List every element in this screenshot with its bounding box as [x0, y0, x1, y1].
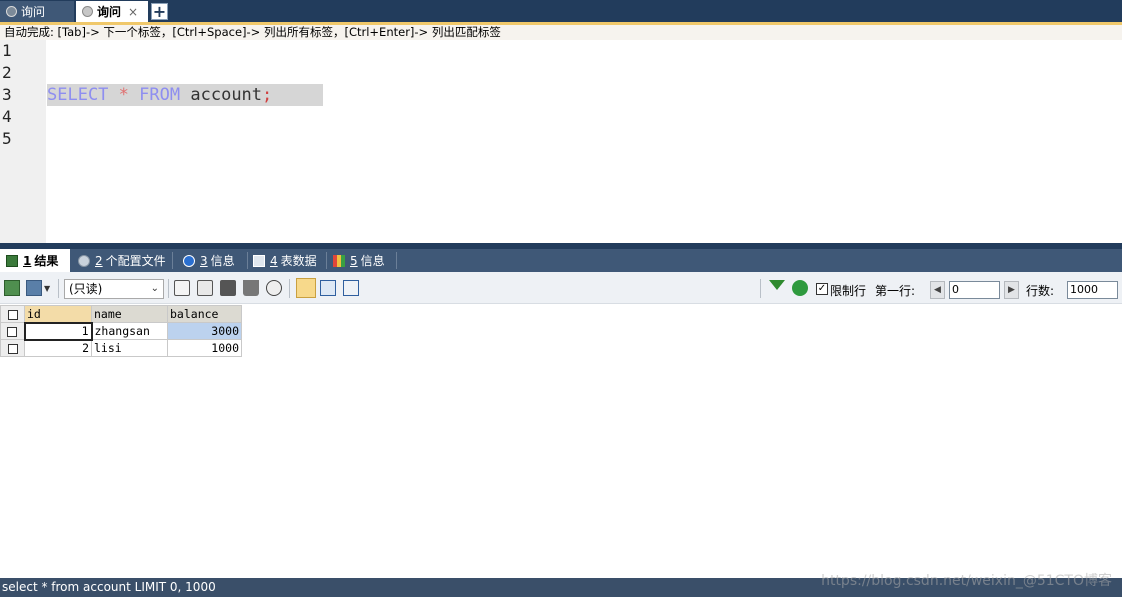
- filter-icon[interactable]: [769, 280, 785, 290]
- autocomplete-hint: 自动完成: [Tab]-> 下一个标签，[Ctrl+Space]-> 列出所有标…: [0, 25, 1122, 40]
- select-all-cell[interactable]: [0, 305, 25, 323]
- toolbar-divider: [760, 279, 761, 298]
- result-grid-icon: [6, 254, 18, 267]
- dropdown-arrow-icon[interactable]: ▼: [44, 284, 50, 293]
- sql-keyword: SELECT: [47, 85, 109, 105]
- first-row-input[interactable]: 0: [949, 281, 1000, 299]
- toolbar-divider: [58, 279, 59, 298]
- line-number: 1: [2, 41, 12, 60]
- query-tab-2[interactable]: 询问 ×: [76, 1, 148, 22]
- tab-info[interactable]: 3 信息: [177, 249, 245, 272]
- row-checkbox[interactable]: [7, 326, 18, 337]
- tab-divider: [396, 252, 397, 269]
- tab-table-data[interactable]: 4 表数据: [247, 249, 325, 272]
- cell-name[interactable]: zhangsan: [91, 322, 168, 340]
- sql-semicolon: ;: [262, 85, 273, 105]
- tab-number: 2: [95, 253, 103, 268]
- column-header-balance[interactable]: balance: [167, 305, 242, 323]
- toolbar-divider: [289, 279, 290, 298]
- grid-header-row: id name balance: [0, 305, 242, 323]
- watermark: https://blog.csdn.net/weixin_@51CTO博客: [821, 573, 1112, 589]
- tab-label: 结果: [34, 254, 59, 268]
- refresh-icon[interactable]: [792, 280, 808, 296]
- row-checkbox[interactable]: [7, 343, 18, 354]
- duplicate-row-icon[interactable]: [197, 280, 213, 296]
- cell-name[interactable]: lisi: [91, 339, 168, 357]
- line-number: 5: [2, 129, 12, 148]
- prev-page-button[interactable]: ◀: [930, 281, 945, 299]
- next-page-button[interactable]: ▶: [1004, 281, 1019, 299]
- table-data-icon: [253, 254, 265, 267]
- text-view-icon[interactable]: [343, 280, 359, 296]
- query-icon: [82, 6, 93, 17]
- row-select-cell[interactable]: [0, 322, 25, 340]
- close-icon[interactable]: ×: [128, 5, 138, 19]
- form-view-icon[interactable]: [320, 280, 336, 296]
- info-blocks-icon: [333, 254, 345, 267]
- line-number: 2: [2, 63, 12, 82]
- row-count-label: 行数:: [1026, 284, 1055, 298]
- insert-row-icon[interactable]: [174, 280, 190, 296]
- cancel-changes-icon[interactable]: [266, 280, 282, 296]
- cell-balance[interactable]: 3000: [167, 322, 242, 340]
- sql-code-line[interactable]: SELECT * FROM account;: [47, 84, 323, 106]
- select-all-checkbox[interactable]: [7, 309, 18, 320]
- query-icon: [6, 6, 17, 17]
- info-icon: [183, 254, 195, 267]
- first-row-label: 第一行:: [875, 284, 916, 298]
- line-number: 3: [2, 85, 12, 104]
- cell-balance[interactable]: 1000: [167, 339, 242, 357]
- column-header-name[interactable]: name: [91, 305, 168, 323]
- line-number-gutter: 1 2 3 4 5: [0, 40, 46, 243]
- query-tab-label: 询问: [97, 5, 122, 19]
- tab-result[interactable]: 1 结果: [0, 249, 70, 272]
- table-row[interactable]: 1 zhangsan 3000: [0, 321, 242, 341]
- sql-keyword: FROM: [139, 85, 181, 105]
- tab-number: 3: [200, 253, 208, 268]
- import-icon[interactable]: [26, 280, 42, 296]
- tab-number: 5: [350, 253, 358, 268]
- column-header-id[interactable]: id: [24, 305, 92, 323]
- tab-label: 个配置文件: [105, 254, 166, 268]
- limit-rows-checkbox[interactable]: ✓: [816, 283, 828, 295]
- table-row[interactable]: 2 lisi 1000: [0, 339, 242, 357]
- delete-icon[interactable]: [243, 280, 259, 296]
- query-tab-1[interactable]: 询问: [0, 1, 74, 22]
- tab-info-2[interactable]: 5 信息: [327, 249, 395, 272]
- profile-icon: [78, 254, 90, 267]
- result-tab-bar: 1 结果 2 个配置文件 3 信息 4 表数据 5 信息: [0, 249, 1122, 272]
- grid-view-icon[interactable]: [296, 278, 316, 298]
- line-number: 4: [2, 107, 12, 126]
- export-icon[interactable]: [4, 280, 20, 296]
- tab-label: 信息: [360, 254, 385, 268]
- toolbar-divider: [168, 279, 169, 298]
- row-count-input[interactable]: 1000: [1067, 281, 1118, 299]
- chevron-down-icon: ⌄: [150, 283, 159, 294]
- result-mode-value: (只读): [69, 282, 103, 296]
- tab-number: 1: [23, 253, 32, 268]
- tab-number: 4: [270, 253, 278, 268]
- result-mode-select[interactable]: (只读) ⌄: [64, 279, 164, 299]
- cell-id[interactable]: 2: [24, 339, 92, 357]
- sql-operator: *: [118, 85, 129, 105]
- tab-label: 信息: [210, 254, 235, 268]
- limit-rows-label: 限制行: [830, 284, 867, 298]
- row-select-cell[interactable]: [0, 339, 25, 357]
- query-tab-bar: 询问 询问 × +: [0, 0, 1122, 22]
- tab-label: 表数据: [280, 254, 317, 268]
- cell-id[interactable]: 1: [23, 321, 93, 341]
- sql-editor[interactable]: [0, 40, 1122, 243]
- new-query-tab-button[interactable]: +: [151, 3, 168, 20]
- tab-profile[interactable]: 2 个配置文件: [72, 249, 170, 272]
- query-tab-label: 询问: [21, 5, 46, 19]
- result-grid: id name balance 1 zhangsan 3000 2 lisi 1…: [0, 305, 242, 357]
- sql-identifier: account: [190, 85, 263, 105]
- tab-divider: [172, 252, 173, 269]
- save-icon[interactable]: [220, 280, 236, 296]
